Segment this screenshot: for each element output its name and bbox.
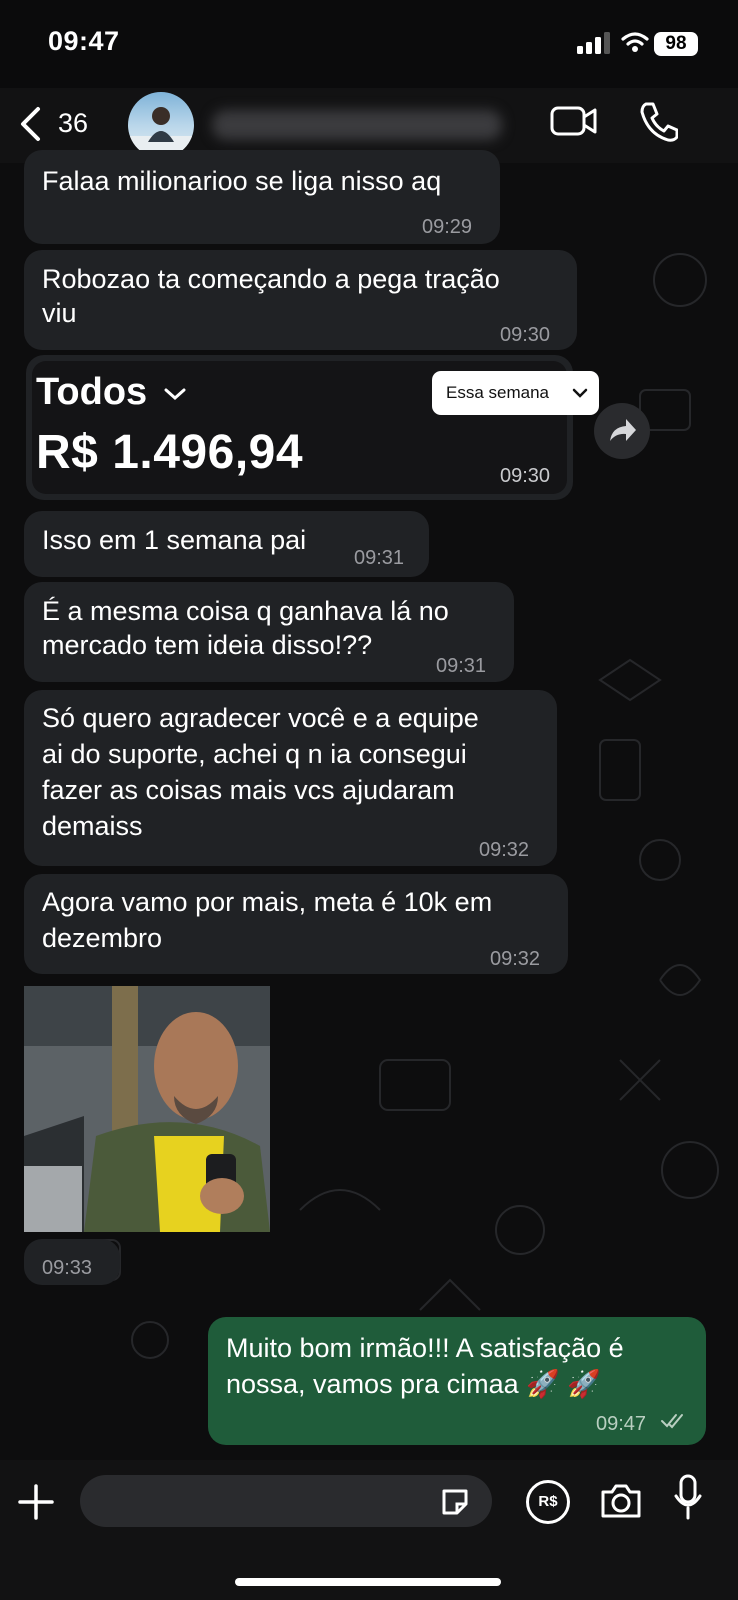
message-bubble[interactable]: Robozao ta começando a pega tração viu 0… [24, 250, 577, 350]
message-time: 09:47 [596, 1413, 647, 1435]
earnings-screenshot: Todos Essa semana R$ 1.496,94 [32, 361, 599, 494]
phone-call-icon[interactable] [638, 100, 678, 144]
period-dropdown: Essa semana [432, 371, 599, 415]
message-image-card[interactable]: Todos Essa semana R$ 1.496,94 09:30 [26, 355, 599, 500]
unread-count[interactable]: 36 [58, 108, 88, 139]
chevron-left-icon[interactable] [18, 103, 44, 145]
filter-title: Todos [36, 371, 186, 414]
message-bubble[interactable]: Falaa milionarioo se liga nisso aq 09:29 [24, 150, 500, 244]
message-text: demaiss [42, 811, 143, 841]
message-time: 09:32 [490, 948, 541, 970]
message-bubble[interactable]: É a mesma coisa q ganhava lá no mercado … [24, 582, 514, 682]
microphone-icon[interactable] [672, 1474, 704, 1522]
message-bubble[interactable]: Agora vamo por mais, meta é 10k em dezem… [24, 874, 568, 974]
home-indicator[interactable] [235, 1578, 501, 1586]
chevron-down-icon [164, 388, 186, 400]
message-text: É a mesma coisa q ganhava lá no [42, 596, 449, 626]
message-time: 09:31 [354, 547, 405, 569]
message-bubble[interactable]: Só quero agradecer você e a equipe ai do… [24, 690, 557, 866]
message-time: 09:33 [42, 1257, 93, 1279]
status-bar: 09:47 98 [0, 0, 738, 88]
message-text: viu [42, 298, 77, 328]
filter-title-text: Todos [36, 371, 148, 413]
message-text: Só quero agradecer você e a equipe [42, 703, 479, 733]
message-composer: R$ [0, 1460, 738, 1600]
message-text: fazer as coisas mais vcs ajudaram [42, 775, 455, 805]
wifi-icon [621, 32, 649, 52]
message-text: Agora vamo por mais, meta é 10k em [42, 887, 493, 917]
message-time: 09:30 [500, 324, 551, 346]
earnings-amount: R$ 1.496,94 [36, 426, 304, 479]
message-text: mercado tem ideia disso!?? [42, 630, 373, 660]
forward-button[interactable] [594, 403, 650, 459]
message-time-bubble: 09:33 [24, 1239, 120, 1285]
forward-icon [610, 419, 636, 441]
double-check-icon [661, 1414, 683, 1429]
message-text: dezembro [42, 923, 163, 953]
contact-name-blurred[interactable] [212, 110, 502, 140]
message-time: 09:29 [422, 216, 473, 238]
message-text: Isso em 1 semana pai [42, 525, 307, 555]
message-input[interactable] [80, 1475, 492, 1527]
message-text: Falaa milionarioo se liga nisso aq [42, 166, 442, 196]
period-label: Essa semana [446, 383, 549, 402]
sticker-icon[interactable] [438, 1485, 472, 1519]
message-photo[interactable] [24, 986, 270, 1232]
person-photo [24, 986, 270, 1232]
message-time: 09:30 [500, 465, 551, 487]
outgoing-message-bubble[interactable]: Muito bom irmão!!! A satisfação é nossa,… [208, 1317, 706, 1445]
camera-icon[interactable] [599, 1480, 643, 1520]
message-time: 09:32 [479, 839, 530, 861]
battery-indicator: 98 [654, 32, 698, 56]
message-text: Muito bom irmão!!! A satisfação é [226, 1333, 624, 1363]
plus-icon[interactable] [16, 1482, 56, 1522]
payment-icon[interactable]: R$ [526, 1480, 570, 1524]
message-text: ai do suporte, achei q n ia consegui [42, 739, 467, 769]
chevron-down-icon [572, 388, 588, 398]
message-text: Robozao ta começando a pega tração [42, 264, 500, 294]
message-time: 09:31 [436, 655, 487, 677]
status-time: 09:47 [48, 26, 120, 56]
avatar[interactable] [128, 92, 194, 158]
message-bubble[interactable]: Isso em 1 semana pai 09:31 [24, 511, 429, 577]
cellular-signal-icon [577, 32, 610, 54]
message-text: nossa, vamos pra cimaa 🚀 🚀 [226, 1369, 601, 1399]
avatar-photo [128, 107, 194, 158]
video-call-icon[interactable] [550, 102, 598, 140]
